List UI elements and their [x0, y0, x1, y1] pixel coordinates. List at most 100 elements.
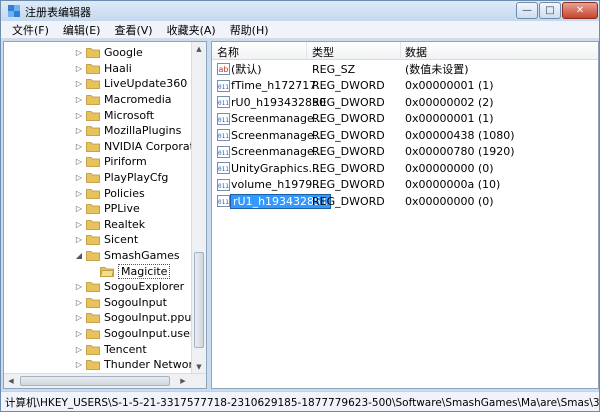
expanded-arrow-icon[interactable]: ◢: [74, 251, 84, 260]
expand-arrow-icon[interactable]: ▷: [74, 173, 84, 182]
tree-item[interactable]: ▷ Google: [74, 45, 206, 61]
tree-vertical-scrollbar[interactable]: ▲ ▼: [191, 42, 206, 374]
value-row[interactable]: 011 volume_h1979... REG_DWORD 0x0000000a (1…: [212, 177, 598, 194]
column-divider[interactable]: [400, 42, 401, 60]
title-bar[interactable]: 注册表编辑器 — □ ✕: [1, 1, 599, 21]
expand-arrow-icon[interactable]: ▷: [74, 111, 84, 120]
tree-horizontal-scrollbar[interactable]: ◀ ▶: [4, 373, 206, 388]
binary-value-icon: 011: [217, 79, 230, 92]
folder-icon: [86, 251, 100, 261]
column-header-name[interactable]: 名称: [217, 44, 239, 60]
tree-item[interactable]: ▷ PPLive: [74, 201, 206, 217]
expand-arrow-icon[interactable]: ▷: [74, 157, 84, 166]
expand-arrow-icon[interactable]: ▷: [74, 79, 84, 88]
value-data: 0x00000000 (0): [405, 194, 494, 208]
expand-arrow-icon[interactable]: ▷: [74, 126, 84, 135]
value-type: REG_DWORD: [312, 178, 385, 192]
menu-edit[interactable]: 编辑(E): [56, 22, 108, 38]
value-row[interactable]: 011 rU1_h193432851 REG_DWORD 0x00000000 (0): [212, 193, 598, 210]
expand-arrow-icon[interactable]: ▷: [74, 48, 84, 57]
expand-arrow-icon[interactable]: ▷: [74, 345, 84, 354]
tree-item[interactable]: ▷ SogouInput.ppup: [74, 310, 206, 326]
tree-item[interactable]: ▷ Haali: [74, 61, 206, 77]
expand-arrow-icon[interactable]: ▷: [74, 142, 84, 151]
tree-item[interactable]: ▷ Piriform: [74, 154, 206, 170]
value-type: REG_DWORD: [312, 95, 385, 109]
tree-item[interactable]: ▷ SogouInput: [74, 295, 206, 311]
tree-item-label: PPLive: [104, 202, 140, 216]
expand-arrow-icon[interactable]: ▷: [74, 189, 84, 198]
folder-icon: [86, 126, 100, 137]
menu-help[interactable]: 帮助(H): [223, 22, 276, 38]
value-row[interactable]: 011 UnityGraphics... REG_DWORD 0x00000000 (…: [212, 160, 598, 177]
tree-item[interactable]: Magicite: [88, 263, 206, 279]
maximize-icon: □: [545, 4, 555, 16]
tree-item[interactable]: ▷ Macromedia: [74, 92, 206, 108]
tree-hscroll-thumb[interactable]: [20, 376, 170, 386]
column-header-data[interactable]: 数据: [405, 44, 427, 60]
expand-arrow-icon[interactable]: ▷: [74, 64, 84, 73]
scroll-left-icon[interactable]: ◀: [4, 374, 18, 388]
maximize-button[interactable]: □: [539, 2, 561, 19]
tree-item[interactable]: ▷ Tencent: [74, 341, 206, 357]
expand-arrow-icon[interactable]: ▷: [74, 282, 84, 291]
value-row[interactable]: 011 Screenmanage... REG_DWORD 0x00000438 (1…: [212, 127, 598, 144]
open-folder-icon: [100, 266, 114, 277]
tree-item-label: SogouExplorer: [104, 280, 185, 294]
scroll-down-icon[interactable]: ▼: [192, 360, 206, 374]
value-type: REG_DWORD: [312, 112, 385, 126]
values-header-row: 名称 类型 数据: [212, 42, 598, 60]
expand-arrow-icon[interactable]: ▷: [74, 313, 84, 322]
expand-arrow-icon[interactable]: ▷: [74, 298, 84, 307]
value-row[interactable]: 011 Screenmanage... REG_DWORD 0x00000780 (1…: [212, 144, 598, 161]
minimize-button[interactable]: —: [516, 2, 538, 19]
tree-item[interactable]: ▷ Thunder Network: [74, 357, 206, 373]
tree-item[interactable]: ▷ SogouInput.user: [74, 326, 206, 342]
value-row[interactable]: ab (默认) REG_SZ (数值未设置): [212, 61, 598, 78]
tree-item-label: Tencent: [104, 342, 147, 356]
expand-arrow-icon[interactable]: ▷: [74, 360, 84, 369]
scroll-right-icon[interactable]: ▶: [176, 374, 190, 388]
tree-item-label: SogouInput: [104, 295, 167, 309]
tree-item[interactable]: ▷ NVIDIA Corporation: [74, 139, 206, 155]
value-type: REG_DWORD: [312, 161, 385, 175]
menu-view[interactable]: 查看(V): [107, 22, 159, 38]
value-row[interactable]: 011 Screenmanage... REG_DWORD 0x00000001 (1…: [212, 111, 598, 128]
status-bar-path: 计算机\HKEY_USERS\S-1-5-21-3317577718-23106…: [1, 391, 599, 411]
value-row[interactable]: 011 rU0_h193432850 REG_DWORD 0x00000002 (2): [212, 94, 598, 111]
tree-item[interactable]: ▷ Microsoft: [74, 107, 206, 123]
registry-editor-window: 注册表编辑器 — □ ✕ 文件(F) 编辑(E) 查看(V) 收藏夹(A) 帮助…: [0, 0, 600, 412]
tree-item[interactable]: ▷ LiveUpdate360: [74, 76, 206, 92]
expand-arrow-icon[interactable]: ▷: [74, 220, 84, 229]
tree-item[interactable]: ▷ PlayPlayCfg: [74, 170, 206, 186]
binary-value-icon: 011: [217, 178, 230, 191]
tree-item[interactable]: ◢ SmashGames: [74, 248, 206, 264]
expand-arrow-icon[interactable]: ▷: [74, 235, 84, 244]
folder-icon: [86, 95, 100, 105]
tree-item[interactable]: ▷ Sicent: [74, 232, 206, 248]
folder-icon: [86, 344, 100, 355]
tree-item[interactable]: ▷ MozillaPlugins: [74, 123, 206, 139]
expand-arrow-icon[interactable]: ▷: [74, 95, 84, 104]
scroll-up-icon[interactable]: ▲: [192, 42, 206, 56]
close-button[interactable]: ✕: [562, 2, 598, 19]
menu-favorites[interactable]: 收藏夹(A): [160, 22, 223, 38]
expand-arrow-icon[interactable]: ▷: [74, 204, 84, 213]
binary-value-icon: 011: [217, 112, 230, 125]
minimize-icon: —: [522, 4, 532, 16]
tree-item[interactable]: ▷ SogouExplorer: [74, 279, 206, 295]
tree-item-label: Microsoft: [104, 108, 155, 122]
value-data: 0x00000001 (1): [405, 79, 494, 93]
tree-item[interactable]: ▷ Realtek: [74, 217, 206, 233]
expand-arrow-icon[interactable]: ▷: [74, 329, 84, 338]
tree-item[interactable]: ▷ Policies: [74, 185, 206, 201]
menu-file[interactable]: 文件(F): [5, 22, 56, 38]
column-divider[interactable]: [306, 42, 307, 60]
tree-item-label: SogouInput.user: [104, 327, 195, 341]
value-data: 0x00000002 (2): [405, 95, 494, 109]
value-name: volume_h1979...: [231, 178, 323, 192]
value-row[interactable]: 011 fTime_h172717... REG_DWORD 0x00000001 (…: [212, 78, 598, 95]
tree-scroll-thumb[interactable]: [194, 252, 204, 348]
column-header-type[interactable]: 类型: [312, 44, 334, 60]
folder-icon: [86, 235, 100, 246]
